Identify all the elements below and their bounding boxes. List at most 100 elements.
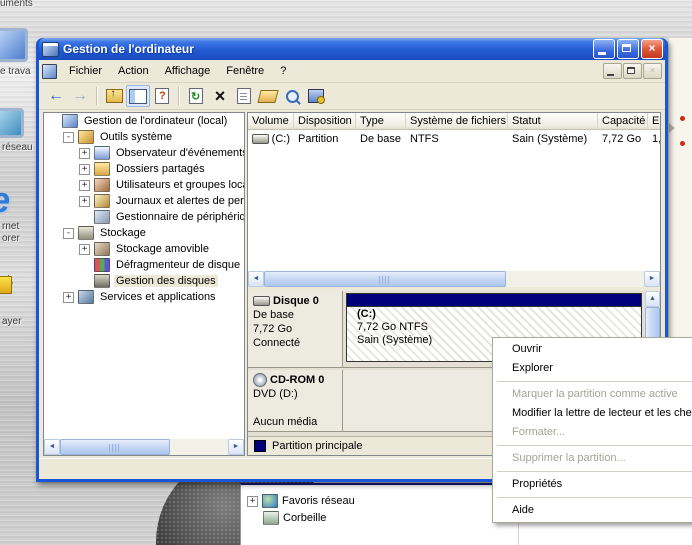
- scrollbar-thumb[interactable]: [264, 271, 506, 287]
- network-places-icon[interactable]: [0, 108, 24, 138]
- column-espace[interactable]: Esp: [648, 113, 660, 130]
- menu-fenetre[interactable]: Fenêtre: [218, 62, 272, 80]
- tree-item-root[interactable]: Gestion de l'ordinateur (local): [44, 113, 244, 129]
- explorer-item-corbeille[interactable]: Corbeille: [283, 512, 326, 524]
- expand-icon[interactable]: +: [79, 244, 90, 255]
- toolbar-separator: [178, 87, 180, 105]
- scroll-right-icon[interactable]: ►: [644, 271, 660, 287]
- console-document-icon: [42, 64, 57, 79]
- maximize-button[interactable]: [617, 39, 639, 59]
- device-manager-icon: [94, 210, 110, 224]
- desktop-label-internet-2[interactable]: orer: [2, 233, 20, 244]
- back-button[interactable]: [44, 85, 68, 107]
- menu-item-modifier-lettre[interactable]: Modifier la lettre de lecteur et les che…: [495, 404, 692, 423]
- menu-affichage[interactable]: Affichage: [157, 62, 219, 80]
- tree-horizontal-scrollbar[interactable]: ◄ ►: [44, 439, 244, 455]
- scroll-left-icon[interactable]: ◄: [248, 271, 264, 287]
- tree-item-stockage[interactable]: - Stockage: [44, 225, 244, 241]
- column-systeme-fichiers[interactable]: Système de fichiers: [406, 113, 508, 130]
- expand-icon[interactable]: +: [247, 496, 258, 507]
- child-minimize-button[interactable]: [603, 63, 622, 79]
- close-button[interactable]: ×: [641, 39, 663, 59]
- collapse-icon[interactable]: -: [63, 228, 74, 239]
- column-volume[interactable]: Volume: [248, 113, 294, 130]
- search-button[interactable]: [280, 85, 304, 107]
- tree-item-stockage-amovible[interactable]: + Stockage amovible: [44, 241, 244, 257]
- tree-item-observateur[interactable]: + Observateur d'événements: [44, 145, 244, 161]
- delete-button[interactable]: [208, 85, 232, 107]
- column-capacite[interactable]: Capacité: [598, 113, 648, 130]
- tree-item-label: Services et applications: [98, 291, 218, 303]
- list-horizontal-scrollbar[interactable]: ◄ ►: [248, 271, 660, 287]
- child-close-button: ×: [643, 63, 662, 79]
- expand-icon[interactable]: +: [79, 148, 90, 159]
- tree-item-defragmenteur[interactable]: Défragmenteur de disque: [44, 257, 244, 273]
- refresh-button[interactable]: [184, 85, 208, 107]
- tree-item-dossiers-partages[interactable]: + Dossiers partagés: [44, 161, 244, 177]
- local-users-icon: [94, 178, 110, 192]
- list-header: Volume Disposition Type Système de fichi…: [248, 113, 660, 130]
- delete-x-icon: [215, 86, 226, 107]
- minimize-button[interactable]: [593, 39, 615, 59]
- menu-aide[interactable]: ?: [272, 62, 294, 80]
- open-button[interactable]: [256, 85, 280, 107]
- media-player-icon[interactable]: ♪: [2, 268, 15, 294]
- tree-item-outils-systeme[interactable]: - Outils système: [44, 129, 244, 145]
- expand-icon[interactable]: +: [63, 292, 74, 303]
- system-tools-icon: [78, 130, 94, 144]
- scroll-left-icon[interactable]: ◄: [44, 439, 60, 455]
- expand-icon[interactable]: +: [79, 180, 90, 191]
- folder-up-icon: [106, 89, 123, 103]
- tree-item-gestion-des-disques[interactable]: Gestion des disques: [44, 273, 244, 289]
- menu-item-aide[interactable]: Aide: [495, 501, 692, 520]
- forward-button[interactable]: [68, 85, 92, 107]
- help-button[interactable]: [150, 85, 174, 107]
- column-type[interactable]: Type: [356, 113, 406, 130]
- menu-action[interactable]: Action: [110, 62, 157, 80]
- expand-icon[interactable]: +: [79, 164, 90, 175]
- desktop-label-documents[interactable]: uments: [0, 0, 33, 9]
- volume-row-c[interactable]: (C:) Partition De base NTFS Sain (Systèm…: [248, 130, 660, 147]
- menu-separator: [497, 497, 692, 498]
- expand-icon[interactable]: +: [79, 196, 90, 207]
- scrollbar-thumb[interactable]: [60, 439, 170, 455]
- column-statut[interactable]: Statut: [508, 113, 598, 130]
- menu-fichier[interactable]: Fichier: [61, 62, 110, 80]
- explorer-item-favoris-reseau[interactable]: Favoris réseau: [282, 495, 355, 507]
- scroll-up-icon[interactable]: ▲: [645, 291, 660, 307]
- desktop-label-internet-1[interactable]: rnet: [2, 221, 19, 232]
- cdrom-label-box[interactable]: CD-ROM 0 DVD (D:) Aucun média: [248, 370, 343, 432]
- desktop-label-player[interactable]: ayer: [2, 316, 21, 327]
- up-one-level-button[interactable]: [102, 85, 126, 107]
- forward-icon: [72, 87, 88, 105]
- tree-item-gestionnaire-peripheriques[interactable]: Gestionnaire de périphérique: [44, 209, 244, 225]
- properties-button[interactable]: [232, 85, 256, 107]
- my-computer-icon[interactable]: [0, 28, 28, 62]
- manage-icon: [308, 89, 324, 103]
- manage-button[interactable]: [304, 85, 328, 107]
- menu-separator: [497, 381, 692, 382]
- column-disposition[interactable]: Disposition: [294, 113, 356, 130]
- menu-item-ouvrir[interactable]: Ouvrir: [495, 340, 692, 359]
- disk0-label-box[interactable]: Disque 0 De base 7,72 Go Connecté: [248, 291, 343, 368]
- tree-item-services[interactable]: + Services et applications: [44, 289, 244, 305]
- child-restore-button[interactable]: [623, 63, 642, 79]
- desktop-label-network[interactable]: réseau: [2, 142, 33, 153]
- app-icon: [42, 42, 59, 57]
- desktop-label-workstation[interactable]: e trava: [0, 66, 31, 77]
- scroll-right-icon[interactable]: ►: [228, 439, 244, 455]
- tree-item-journaux[interactable]: + Journaux et alertes de perfo: [44, 193, 244, 209]
- cell-volume: (C:): [272, 133, 290, 145]
- panes-icon: [129, 89, 147, 104]
- partition-name: (C:): [357, 308, 641, 321]
- title-bar[interactable]: Gestion de l'ordinateur ×: [39, 38, 665, 60]
- collapse-icon[interactable]: -: [63, 132, 74, 143]
- internet-explorer-icon[interactable]: e: [0, 182, 10, 218]
- menu-separator: [497, 471, 692, 472]
- volume-list: Volume Disposition Type Système de fichi…: [248, 113, 660, 287]
- menu-item-proprietes[interactable]: Propriétés: [495, 475, 692, 494]
- show-hide-tree-button[interactable]: [126, 85, 150, 107]
- tree-item-utilisateurs[interactable]: + Utilisateurs et groupes locaux: [44, 177, 244, 193]
- computer-icon: [62, 114, 78, 128]
- menu-item-explorer[interactable]: Explorer: [495, 359, 692, 378]
